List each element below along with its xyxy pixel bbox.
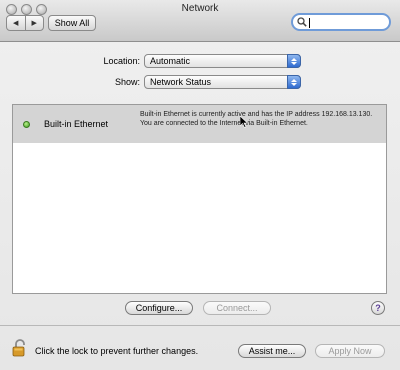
status-dot-icon [23,121,30,128]
footer-divider [0,325,400,326]
search-icon [297,17,307,27]
back-icon[interactable]: ◀ [7,16,25,30]
search-input[interactable] [308,16,386,29]
network-status-list: Built-in Ethernet Built-in Ethernet is c… [12,104,387,294]
connect-button[interactable]: Connect... [203,301,271,315]
search-field[interactable] [291,13,391,31]
location-label: Location: [103,56,140,66]
show-all-button[interactable]: Show All [48,15,96,31]
apply-now-button[interactable]: Apply Now [315,344,385,358]
back-forward-group: ◀ ▶ [6,15,44,31]
network-window: Network ◀ ▶ Show All Location: Automatic… [0,0,400,370]
list-item[interactable]: Built-in Ethernet Built-in Ethernet is c… [13,105,386,143]
lock-message: Click the lock to prevent further change… [35,346,199,356]
show-value: Network Status [150,77,212,87]
service-description: Built-in Ethernet is currently active an… [140,111,373,127]
popup-arrows-icon [287,75,301,89]
location-popup[interactable]: Automatic [144,54,301,68]
pointer-cursor-icon [240,116,248,128]
lock-icon[interactable] [12,339,28,357]
help-button[interactable]: ? [371,301,385,315]
location-value: Automatic [150,56,191,66]
assist-me-button[interactable]: Assist me... [238,344,306,358]
title-bar: Network ◀ ▶ Show All [0,0,400,42]
text-caret [309,18,310,28]
popup-arrows-icon [287,54,301,68]
forward-icon[interactable]: ▶ [24,16,44,30]
show-label: Show: [114,77,140,87]
configure-button[interactable]: Configure... [125,301,193,315]
service-name: Built-in Ethernet [44,119,109,129]
show-popup[interactable]: Network Status [144,75,301,89]
